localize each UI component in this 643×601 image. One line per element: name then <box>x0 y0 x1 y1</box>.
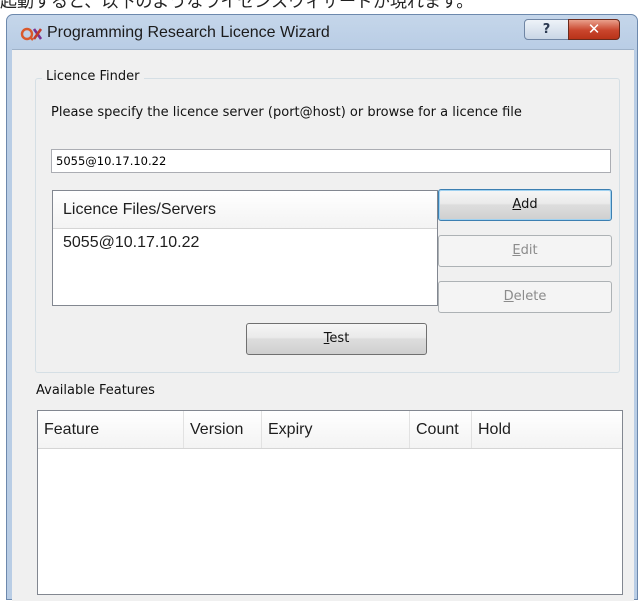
delete-mnemonic: D <box>503 289 514 304</box>
available-features-label: Available Features <box>36 383 155 398</box>
column-header-hold[interactable]: Hold <box>472 411 622 448</box>
edit-mnemonic: E <box>512 243 521 258</box>
licence-files-header: Licence Files/Servers <box>53 191 437 229</box>
features-table[interactable]: Feature Version Expiry Count Hold <box>37 410 623 595</box>
close-button[interactable]: ✕ <box>568 19 620 40</box>
add-button[interactable]: Add <box>438 189 612 221</box>
add-mnemonic: A <box>512 197 522 212</box>
licence-wizard-window: Programming Research Licence Wizard ? ✕ … <box>6 14 638 601</box>
dialog-client-area: Licence Finder Please specify the licenc… <box>12 49 634 601</box>
column-header-count[interactable]: Count <box>410 411 472 448</box>
list-item[interactable]: 5055@10.17.10.22 <box>53 229 437 257</box>
server-prompt-label: Please specify the licence server (port@… <box>51 105 522 120</box>
help-button[interactable]: ? <box>524 19 569 40</box>
add-label-rest: dd <box>521 197 538 212</box>
qac-logo-icon <box>20 27 42 41</box>
edit-button[interactable]: Edit <box>438 235 612 267</box>
edit-label-rest: dit <box>520 243 538 258</box>
licence-finder-legend: Licence Finder <box>42 69 144 84</box>
delete-label-rest: elete <box>513 289 547 304</box>
window-title: Programming Research Licence Wizard <box>47 24 330 41</box>
column-header-expiry[interactable]: Expiry <box>262 411 410 448</box>
licence-files-list[interactable]: Licence Files/Servers 5055@10.17.10.22 <box>52 190 438 306</box>
licence-server-input[interactable] <box>51 149 611 173</box>
features-header: Feature Version Expiry Count Hold <box>38 411 622 449</box>
test-button[interactable]: Test <box>246 323 427 355</box>
column-header-version[interactable]: Version <box>184 411 262 448</box>
column-header-feature[interactable]: Feature <box>38 411 184 448</box>
delete-button[interactable]: Delete <box>438 281 612 313</box>
background-caption-text: 起動すると、以下のようなライセンスウィザードが現れます。 <box>0 0 474 12</box>
test-label-rest: est <box>329 331 350 346</box>
